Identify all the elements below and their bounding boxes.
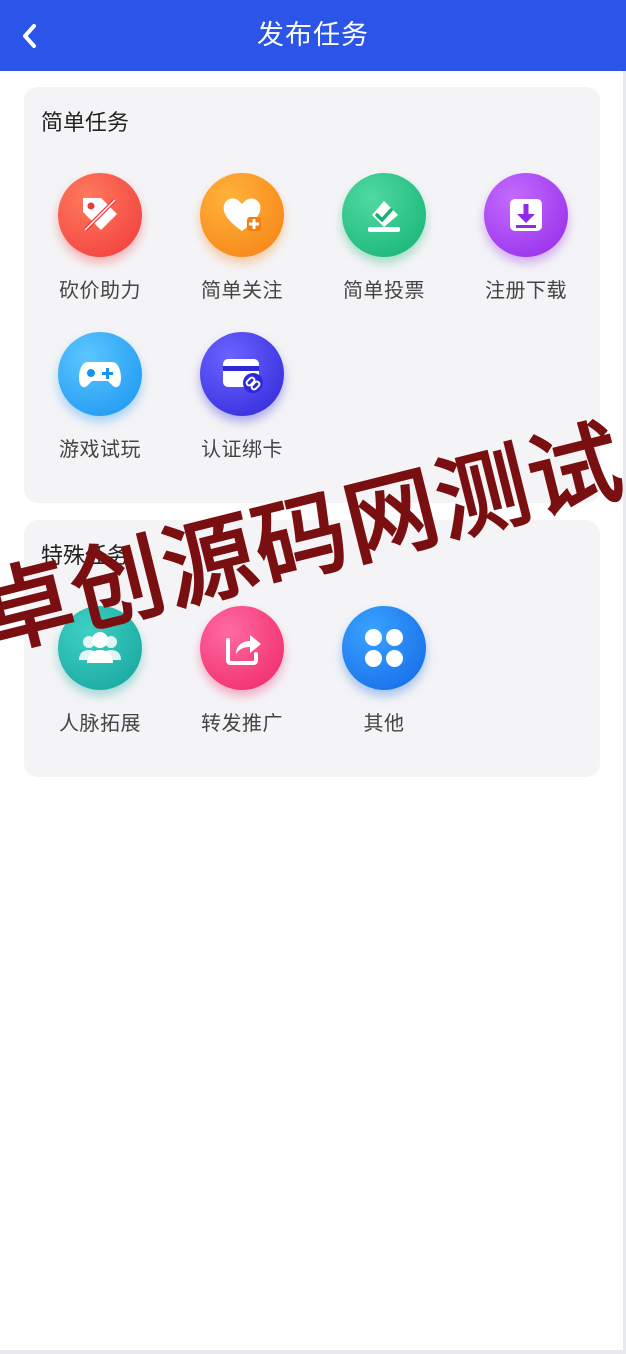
task-type-follow[interactable]: 简单关注 <box>180 173 304 313</box>
task-type-share-promo[interactable]: 转发推广 <box>180 606 304 746</box>
task-type-label: 简单投票 <box>343 278 425 302</box>
share-icon <box>200 606 284 690</box>
vote-box-icon <box>342 173 426 257</box>
contacts-icon <box>58 606 142 690</box>
bottom-border <box>0 1350 626 1354</box>
task-type-label: 砍价助力 <box>59 278 141 302</box>
task-type-label: 游戏试玩 <box>59 437 141 461</box>
back-button[interactable] <box>10 16 50 56</box>
special-tasks-card: 特殊任务 人脉拓展 转发推广 其他 <box>24 520 600 777</box>
task-type-game-trial[interactable]: 游戏试玩 <box>38 332 162 472</box>
task-type-verify-card[interactable]: 认证绑卡 <box>180 332 304 472</box>
task-type-vote[interactable]: 简单投票 <box>322 173 446 313</box>
section-title: 特殊任务 <box>41 544 130 569</box>
heart-plus-icon <box>200 173 284 257</box>
download-icon <box>484 173 568 257</box>
task-type-bargain[interactable]: 砍价助力 <box>38 173 162 313</box>
task-type-label: 其他 <box>363 711 405 735</box>
task-type-other[interactable]: 其他 <box>322 606 446 746</box>
task-type-label: 注册下载 <box>485 278 567 302</box>
card-link-icon <box>200 332 284 416</box>
page-title: 发布任务 <box>257 20 369 51</box>
task-type-label: 简单关注 <box>201 278 283 302</box>
gamepad-icon <box>58 332 142 416</box>
price-tag-icon <box>58 173 142 257</box>
task-type-network[interactable]: 人脉拓展 <box>38 606 162 746</box>
chevron-left-icon <box>23 24 36 48</box>
section-title: 简单任务 <box>41 111 130 136</box>
task-type-register-download[interactable]: 注册下载 <box>464 173 588 313</box>
top-navbar: 发布任务 <box>0 0 626 71</box>
task-type-label: 人脉拓展 <box>59 711 141 735</box>
simple-tasks-card: 简单任务 砍价助力 简单关注 简单投票 注册下载 游戏试玩 认证绑卡 <box>24 87 600 503</box>
task-type-label: 转发推广 <box>201 711 283 735</box>
task-type-label: 认证绑卡 <box>201 437 283 461</box>
clover-icon <box>342 606 426 690</box>
